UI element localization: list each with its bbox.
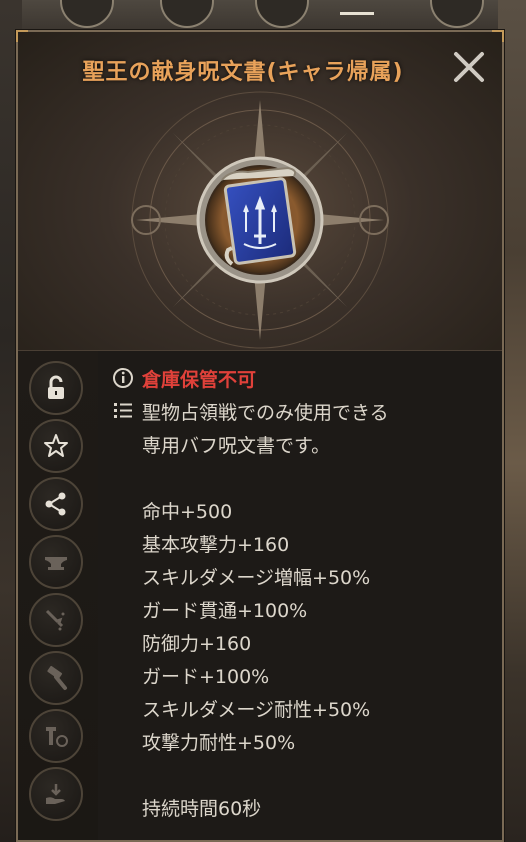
top-slot[interactable] bbox=[160, 0, 214, 28]
game-top-bar bbox=[0, 0, 526, 34]
stat-line: 攻撃力耐性+50% bbox=[142, 732, 296, 754]
item-info: 倉庫保管不可 聖物占領戦でのみ使用できる 専用バフ呪文書です。 命中+500 基… bbox=[98, 351, 502, 840]
item-detail-panel: 聖王の献身呪文書(キャラ帰属) 倉庫保管不可 聖物占領戦でのみ使用できる 専用バ… bbox=[16, 30, 504, 842]
share-button[interactable] bbox=[29, 477, 83, 531]
stat-line: 防御力+160 bbox=[142, 633, 252, 655]
enhance-button[interactable] bbox=[29, 535, 83, 589]
share-icon bbox=[45, 492, 66, 516]
storage-warning: 倉庫保管不可 bbox=[142, 369, 257, 391]
item-header: 聖王の献身呪文書(キャラ帰属) bbox=[18, 32, 502, 351]
stat-line: 基本攻撃力+160 bbox=[142, 534, 290, 556]
stat-line: スキルダメージ増幅+50% bbox=[142, 567, 371, 589]
anvil-icon bbox=[45, 557, 67, 570]
repair-button[interactable] bbox=[29, 651, 83, 705]
top-slot[interactable] bbox=[430, 0, 484, 28]
duration-line: 持続時間60秒 bbox=[142, 798, 262, 820]
description-line: 専用バフ呪文書です。 bbox=[142, 435, 331, 457]
top-slot[interactable] bbox=[255, 0, 309, 28]
enchant-button[interactable] bbox=[29, 593, 83, 647]
description-line: 聖物占領戦でのみ使用できる bbox=[142, 402, 389, 424]
close-x-icon[interactable] bbox=[450, 48, 488, 86]
unlock-icon bbox=[48, 375, 64, 399]
favorite-button[interactable] bbox=[29, 419, 83, 473]
top-slot[interactable] bbox=[60, 0, 114, 28]
craft-tools-icon bbox=[46, 727, 68, 747]
action-sidebar bbox=[18, 351, 98, 840]
info-icon bbox=[113, 368, 133, 388]
list-icon bbox=[114, 403, 132, 418]
unlock-button[interactable] bbox=[29, 361, 83, 415]
stat-line: 命中+500 bbox=[142, 501, 233, 523]
stat-line: スキルダメージ耐性+50% bbox=[142, 699, 371, 721]
hand-download-icon bbox=[46, 784, 65, 804]
item-title: 聖王の献身呪文書(キャラ帰属) bbox=[82, 60, 404, 85]
star-icon bbox=[44, 434, 68, 457]
stat-line: ガード貫通+100% bbox=[142, 600, 308, 622]
hammer-icon bbox=[47, 665, 67, 690]
receive-button[interactable] bbox=[29, 767, 83, 821]
stat-line: ガード+100% bbox=[142, 666, 270, 688]
craft-button[interactable] bbox=[29, 709, 83, 763]
sparkle-quill-icon bbox=[45, 609, 65, 631]
top-indicator bbox=[340, 12, 374, 15]
